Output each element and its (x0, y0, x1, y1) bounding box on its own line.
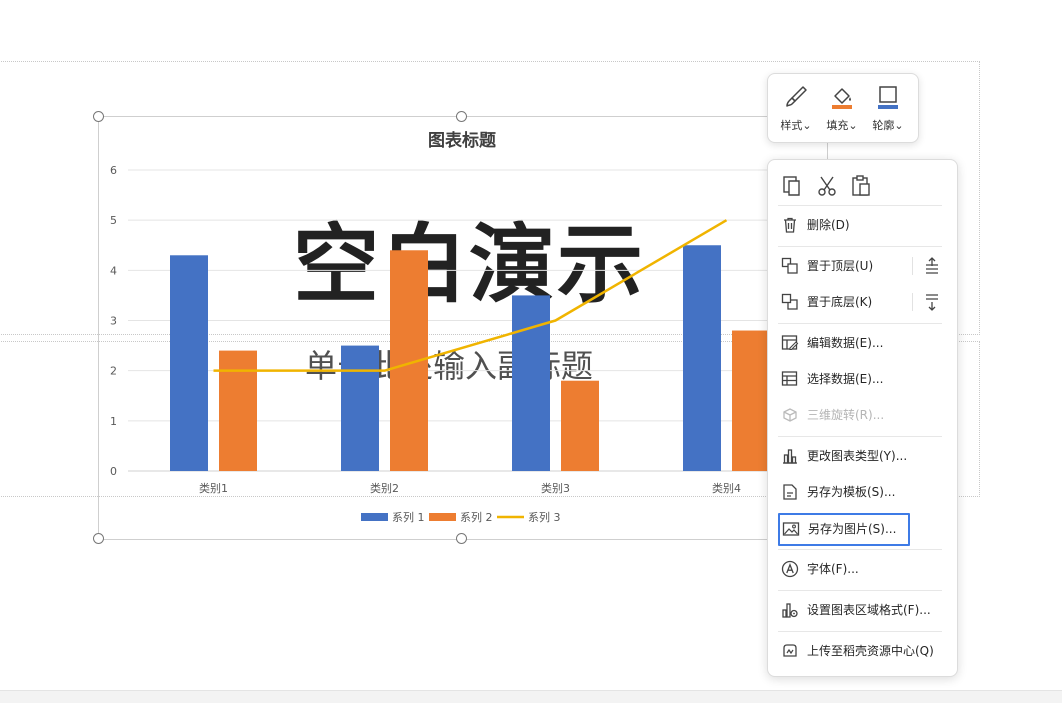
status-strip (0, 690, 1062, 703)
chart-title[interactable]: 图表标题 (428, 130, 497, 151)
y-tick-label: 2 (110, 365, 117, 378)
bar-1-1[interactable] (170, 255, 208, 471)
menu-item-delete[interactable]: 删除(D) (776, 209, 941, 241)
menu-item-label: 置于底层(K) (807, 295, 873, 309)
menu-item-label: 另存为图片(S)... (808, 522, 897, 536)
legend-label: 系列 2 (460, 510, 493, 524)
format-chart-area-icon (782, 603, 798, 618)
x-tick-label: 类别3 (541, 481, 570, 495)
bar-2-3[interactable] (561, 380, 599, 471)
line-series-3[interactable] (213, 219, 728, 372)
menu-item-save-as-template[interactable]: 另存为模板(S)... (776, 476, 941, 508)
menu-item-label: 置于顶层(U) (807, 259, 874, 273)
save-picture-icon (782, 522, 800, 536)
menu-separator (778, 631, 942, 632)
menu-item-label: 设置图表区域格式(F)... (807, 603, 931, 617)
menu-separator (778, 323, 942, 324)
paint-bucket-icon (832, 88, 852, 109)
brush-icon (786, 86, 807, 107)
bar-1-4[interactable] (683, 245, 721, 471)
legend-label: 系列 1 (392, 510, 425, 524)
menu-item-save-as-picture[interactable]: 另存为图片(S)... (778, 513, 910, 546)
clipboard-actions (768, 168, 957, 204)
menu-item-label: 三维旋转(R)... (807, 408, 885, 422)
fill-label: 填充⌄ (826, 119, 858, 132)
bring-to-front-quick-icon[interactable] (922, 256, 942, 276)
upload-cloud-icon (783, 644, 797, 657)
y-tick-label: 5 (110, 214, 117, 227)
outline-icon (878, 86, 898, 109)
legend-swatch (429, 513, 456, 521)
legend-label: 系列 3 (528, 510, 561, 524)
menu-separator (778, 246, 942, 247)
x-tick-label: 类别2 (370, 481, 399, 495)
bring-to-front-icon (781, 257, 798, 274)
rotate-3d-icon (783, 408, 797, 422)
y-tick-label: 1 (110, 415, 117, 428)
outline-button[interactable]: 轮廓⌄ (866, 80, 910, 136)
menu-item-label: 另存为模板(S)... (807, 485, 896, 499)
legend-swatch (361, 513, 388, 521)
chart-type-icon (783, 449, 797, 464)
copy-icon[interactable] (781, 174, 805, 198)
context-menu: 删除(D) 置于顶层(U) 置于底层(K) 编辑数据(E)... 选择数据(E)… (767, 159, 958, 677)
style-button[interactable]: 样式⌄ (774, 80, 818, 136)
menu-item-label: 选择数据(E)... (807, 372, 884, 386)
menu-item-bring-to-front[interactable]: 置于顶层(U) (776, 250, 941, 282)
y-tick-label: 0 (110, 465, 117, 478)
menu-item-edit-data[interactable]: 编辑数据(E)... (776, 327, 941, 359)
fill-button[interactable]: 填充⌄ (820, 80, 864, 136)
font-icon (781, 560, 799, 578)
bar-2-4[interactable] (732, 330, 770, 471)
menu-separator (778, 436, 942, 437)
menu-item-label: 上传至稻壳资源中心(Q) (807, 644, 934, 658)
save-template-icon (783, 484, 797, 500)
menu-item-3d-rotation: 三维旋转(R)... (776, 399, 941, 431)
menu-item-label: 删除(D) (807, 218, 850, 232)
y-tick-label: 3 (110, 315, 117, 328)
menu-separator (778, 590, 942, 591)
y-tick-label: 4 (110, 264, 117, 277)
send-to-back-quick-icon[interactable] (922, 292, 942, 312)
menu-separator (778, 549, 942, 550)
select-data-icon (781, 371, 798, 386)
y-tick-label: 6 (110, 164, 117, 177)
style-label: 样式⌄ (780, 119, 812, 132)
bar-1-3[interactable] (512, 295, 550, 471)
cut-icon[interactable] (815, 174, 839, 198)
menu-item-label: 编辑数据(E)... (807, 336, 884, 350)
paste-icon[interactable] (849, 174, 873, 198)
menu-item-label: 更改图表类型(Y)... (807, 449, 908, 463)
menu-item-change-chart-type[interactable]: 更改图表类型(Y)... (776, 440, 941, 472)
x-tick-label: 类别4 (712, 481, 741, 495)
menu-item-send-to-back[interactable]: 置于底层(K) (776, 286, 941, 318)
bar-1-2[interactable] (341, 345, 379, 471)
menu-item-label: 字体(F)... (807, 562, 859, 576)
menu-separator (778, 205, 942, 206)
menu-divider (912, 293, 913, 311)
bar-2-1[interactable] (219, 350, 257, 471)
menu-item-upload-resource[interactable]: 上传至稻壳资源中心(Q) (776, 635, 941, 667)
outline-label: 轮廓⌄ (872, 119, 904, 132)
menu-item-format-chart-area[interactable]: 设置图表区域格式(F)... (776, 594, 941, 626)
edit-data-icon (781, 335, 799, 351)
trash-icon (784, 217, 796, 233)
menu-item-select-data[interactable]: 选择数据(E)... (776, 363, 941, 395)
floating-format-toolbar: 样式⌄ 填充⌄ 轮廓⌄ (767, 73, 919, 143)
send-to-back-icon (781, 293, 798, 310)
menu-divider (912, 257, 913, 275)
x-tick-label: 类别1 (199, 481, 228, 495)
menu-item-font[interactable]: 字体(F)... (776, 553, 941, 585)
